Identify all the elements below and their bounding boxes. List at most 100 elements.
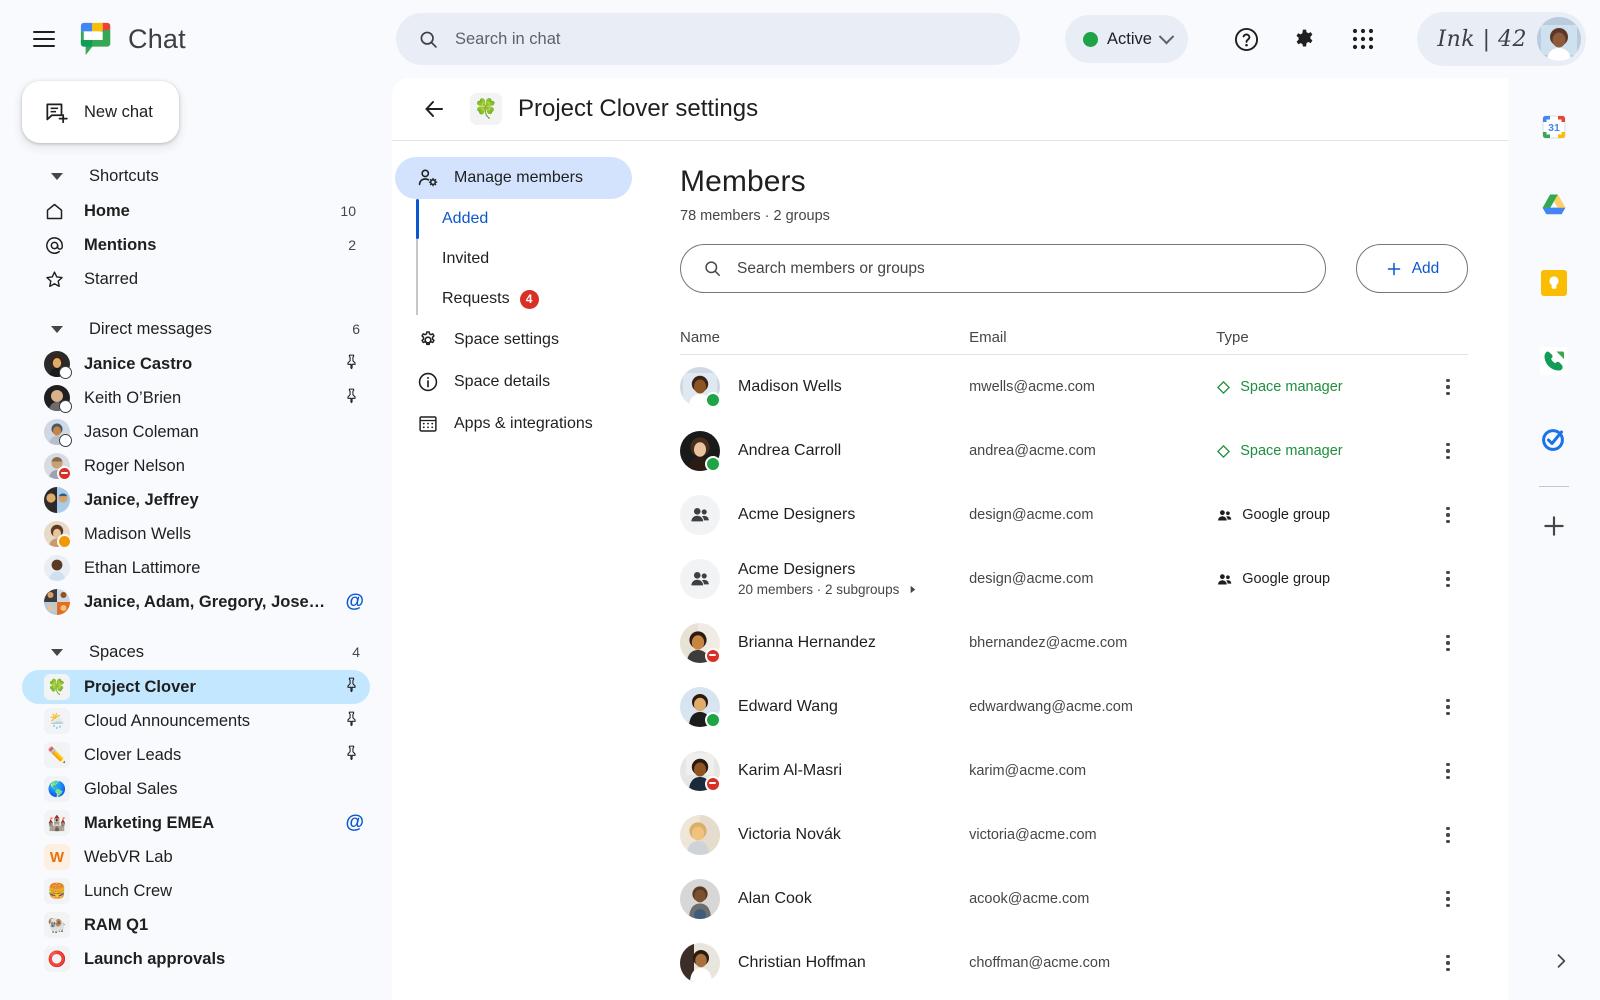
table-row[interactable]: Acme Designers design@acme.com Google gr… <box>680 483 1468 547</box>
dm-label: Janice, Adam, Gregory, Jose… <box>84 593 325 612</box>
sidebar-item-label: Home <box>84 202 130 221</box>
settings-button[interactable] <box>1281 16 1327 62</box>
dm-madison-wells[interactable]: Madison Wells <box>22 517 370 551</box>
kebab-menu-icon[interactable] <box>1431 754 1465 788</box>
dm-janice-castro[interactable]: Janice Castro <box>22 347 370 381</box>
table-row[interactable]: Acme Designers 20 members · 2 subgroups … <box>680 547 1468 611</box>
pin-icon[interactable] <box>343 353 360 375</box>
status-dot-icon <box>1083 32 1098 47</box>
kebab-menu-icon[interactable] <box>1431 562 1465 596</box>
kebab-menu-icon[interactable] <box>1431 498 1465 532</box>
kebab-menu-icon[interactable] <box>1431 882 1465 916</box>
subnav-added[interactable]: Added <box>442 199 642 239</box>
space-emoji-icon: 🍀 <box>470 93 502 125</box>
dm-ethan-lattimore[interactable]: Ethan Lattimore <box>22 551 370 585</box>
sidebar-item-mentions[interactable]: Mentions 2 <box>22 228 370 262</box>
section-count: 4 <box>352 644 360 660</box>
avatar <box>44 487 70 513</box>
nav-label: Space details <box>454 373 550 391</box>
subnav-requests[interactable]: Requests 4 <box>442 279 642 319</box>
table-row[interactable]: Brianna Hernandez bhernandez@acme.com <box>680 611 1468 675</box>
member-email: mwells@acme.com <box>969 379 1216 395</box>
kebab-menu-icon[interactable] <box>1431 434 1465 468</box>
table-row[interactable]: Andrea Carroll andrea@acme.com Space man… <box>680 419 1468 483</box>
sidebar-item-clover-leads[interactable]: ✏️ Clover Leads <box>22 738 370 772</box>
dm-group-janice-adam[interactable]: Janice, Adam, Gregory, Jose… @ <box>22 585 370 619</box>
back-button[interactable] <box>414 89 454 129</box>
section-count: 6 <box>352 321 360 337</box>
sidebar-item-home[interactable]: Home 10 <box>22 194 370 228</box>
hamburger-menu-icon[interactable] <box>20 15 68 63</box>
avatar <box>44 385 70 411</box>
new-chat-label: New chat <box>84 103 153 122</box>
sidebar-item-cloud-announcements[interactable]: 🌦️ Cloud Announcements <box>22 704 370 738</box>
space-label: RAM Q1 <box>84 916 148 935</box>
account-chip[interactable]: Ink | 42 <box>1417 12 1586 66</box>
section-spaces[interactable]: Spaces 4 <box>0 634 392 670</box>
kebab-menu-icon[interactable] <box>1431 946 1465 980</box>
new-chat-button[interactable]: New chat <box>22 81 179 143</box>
sidebar-item-project-clover[interactable]: 🍀 Project Clover <box>22 670 370 704</box>
sidebar-item-global-sales[interactable]: 🌎 Global Sales <box>22 772 370 806</box>
search-input[interactable]: Search in chat <box>396 13 1020 65</box>
sidebar-item-launch-approvals[interactable]: ⭕ Launch approvals <box>22 942 370 976</box>
table-row[interactable]: Madison Wells mwells@acme.com Space mana… <box>680 355 1468 419</box>
member-type: Space manager <box>1216 443 1430 459</box>
dm-keith-obrien[interactable]: Keith O’Brien <box>22 381 370 415</box>
status-selector[interactable]: Active <box>1065 15 1188 63</box>
add-member-button[interactable]: Add <box>1356 244 1468 293</box>
pin-icon[interactable] <box>343 387 360 409</box>
letter-avatar-icon: W <box>44 844 70 870</box>
dm-janice-jeffrey[interactable]: Janice, Jeffrey <box>22 483 370 517</box>
avatar <box>680 687 720 727</box>
avatar <box>44 589 70 615</box>
kebab-menu-icon[interactable] <box>1431 818 1465 852</box>
nav-apps-integrations[interactable]: Apps & integrations <box>395 403 632 445</box>
pin-icon[interactable] <box>343 744 360 766</box>
table-row[interactable]: Victoria Novák victoria@acme.com <box>680 803 1468 867</box>
member-name: Alan Cook <box>738 890 812 908</box>
rail-drive-button[interactable] <box>1531 182 1577 228</box>
nav-space-details[interactable]: Space details <box>395 361 632 403</box>
rail-expand-button[interactable] <box>1548 948 1574 974</box>
svg-text:31: 31 <box>1548 122 1560 134</box>
settings-header: 🍀 Project Clover settings <box>392 78 1508 141</box>
nav-manage-members[interactable]: Manage members <box>395 157 632 199</box>
google-apps-button[interactable] <box>1340 16 1386 62</box>
members-title: Members <box>680 165 1468 199</box>
table-row[interactable]: Alan Cook acook@acme.com <box>680 867 1468 931</box>
status-label: Active <box>1107 30 1152 49</box>
dm-roger-nelson[interactable]: Roger Nelson <box>22 449 370 483</box>
rail-tasks-button[interactable] <box>1531 416 1577 462</box>
rail-calendar-button[interactable]: 31 <box>1531 104 1577 150</box>
table-row[interactable]: Christian Hoffman choffman@acme.com <box>680 931 1468 995</box>
group-detail[interactable]: 20 members · 2 subgroups <box>738 582 918 597</box>
table-row[interactable]: Edward Wang edwardwang@acme.com <box>680 675 1468 739</box>
nav-space-settings[interactable]: Space settings <box>395 319 632 361</box>
nav-label: Apps & integrations <box>454 415 593 433</box>
member-email: victoria@acme.com <box>969 827 1216 843</box>
help-button[interactable] <box>1223 16 1269 62</box>
rail-voice-button[interactable] <box>1531 338 1577 384</box>
section-shortcuts[interactable]: Shortcuts <box>0 158 392 194</box>
pin-icon[interactable] <box>343 676 360 698</box>
pin-icon[interactable] <box>343 710 360 732</box>
rail-keep-button[interactable] <box>1531 260 1577 306</box>
member-search-input[interactable]: Search members or groups <box>680 244 1326 293</box>
sidebar-item-ram-q1[interactable]: 🐏 RAM Q1 <box>22 908 370 942</box>
dm-jason-coleman[interactable]: Jason Coleman <box>22 415 370 449</box>
subnav-invited[interactable]: Invited <box>442 239 642 279</box>
sidebar-item-starred[interactable]: Starred <box>22 262 370 296</box>
sidebar-item-webvr-lab[interactable]: W WebVR Lab <box>22 840 370 874</box>
kebab-menu-icon[interactable] <box>1431 626 1465 660</box>
burger-emoji-icon: 🍔 <box>44 878 70 904</box>
kebab-menu-icon[interactable] <box>1431 690 1465 724</box>
sidebar-item-lunch-crew[interactable]: 🍔 Lunch Crew <box>22 874 370 908</box>
avatar <box>680 879 720 919</box>
rail-add-button[interactable] <box>1531 503 1577 549</box>
table-row[interactable]: Karim Al-Masri karim@acme.com <box>680 739 1468 803</box>
sidebar-item-marketing-emea[interactable]: 🏰 Marketing EMEA @ <box>22 806 370 840</box>
section-direct-messages[interactable]: Direct messages 6 <box>0 311 392 347</box>
kebab-menu-icon[interactable] <box>1431 370 1465 404</box>
member-email: design@acme.com <box>969 507 1216 523</box>
